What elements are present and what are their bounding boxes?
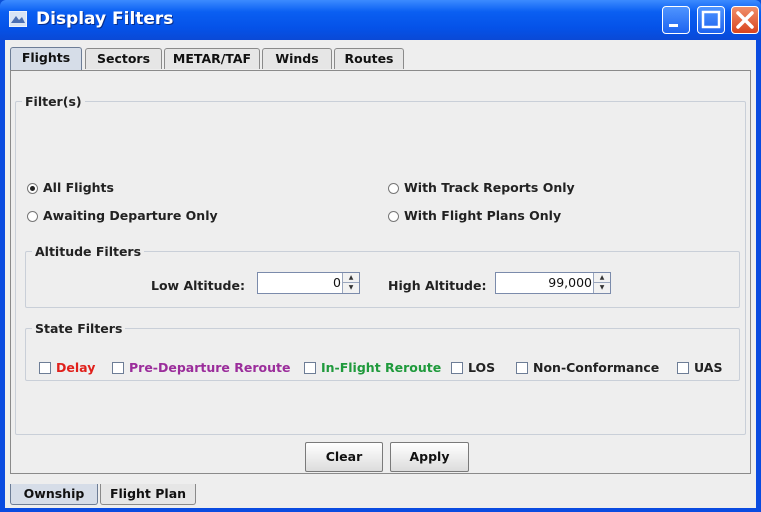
radio-label: With Flight Plans Only	[404, 208, 562, 223]
title-bar[interactable]: Display Filters	[0, 0, 761, 40]
high-altitude-value[interactable]: 99,000	[548, 275, 592, 290]
tab-sectors[interactable]: Sectors	[85, 48, 162, 69]
checkbox-los[interactable]: LOS	[451, 360, 495, 376]
display-filters-window: Display Filters Flights Sectors METAR/TA…	[0, 0, 761, 512]
radio-indicator	[27, 211, 38, 222]
tab-ownship[interactable]: Ownship	[10, 484, 98, 505]
checkbox-box[interactable]	[39, 362, 51, 374]
tab-metar-taf[interactable]: METAR/TAF	[164, 48, 260, 69]
spinner-down-icon[interactable]: ▼	[343, 283, 359, 293]
checkbox-pre-departure-reroute[interactable]: Pre-Departure Reroute	[112, 360, 290, 376]
altitude-filters-group: Altitude Filters	[25, 244, 740, 308]
tab-flight-plan[interactable]: Flight Plan	[100, 484, 196, 505]
checkbox-label: Pre-Departure Reroute	[129, 360, 291, 375]
checkbox-box[interactable]	[112, 362, 124, 374]
checkbox-label: Delay	[56, 360, 96, 375]
radio-awaiting-departure[interactable]: Awaiting Departure Only	[27, 208, 218, 224]
low-altitude-spinner[interactable]: 0 ▲ ▼	[257, 272, 360, 294]
minimize-icon	[669, 24, 678, 27]
checkbox-box[interactable]	[677, 362, 689, 374]
clear-button[interactable]: Clear	[305, 442, 383, 472]
checkbox-box[interactable]	[516, 362, 528, 374]
radio-all-flights[interactable]: All Flights	[27, 180, 114, 196]
apply-button[interactable]: Apply	[390, 442, 469, 472]
close-button[interactable]	[731, 6, 759, 34]
radio-indicator	[388, 211, 399, 222]
high-altitude-spinner[interactable]: 99,000 ▲ ▼	[495, 272, 611, 294]
radio-label: With Track Reports Only	[404, 180, 575, 195]
app-icon	[9, 11, 27, 27]
high-altitude-arrows[interactable]: ▲ ▼	[593, 273, 610, 293]
flights-panel: Filter(s) All Flights Awaiting Departure…	[10, 71, 751, 474]
window-title: Display Filters	[36, 9, 174, 29]
checkbox-uas[interactable]: UAS	[677, 360, 722, 376]
low-altitude-value[interactable]: 0	[333, 275, 341, 290]
spinner-down-icon[interactable]: ▼	[594, 283, 610, 293]
maximize-icon	[701, 10, 721, 29]
checkbox-non-conformance[interactable]: Non-Conformance	[516, 360, 659, 376]
checkbox-label: In-Flight Reroute	[321, 360, 442, 375]
checkbox-delay[interactable]: Delay	[39, 360, 95, 376]
low-altitude-label: Low Altitude:	[151, 278, 245, 293]
spinner-up-icon[interactable]: ▲	[594, 273, 610, 283]
radio-selected-indicator	[27, 183, 38, 194]
checkbox-label: Non-Conformance	[533, 360, 660, 375]
checkbox-label: LOS	[468, 360, 496, 375]
state-legend: State Filters	[35, 321, 123, 336]
radio-track-reports[interactable]: With Track Reports Only	[388, 180, 575, 196]
low-altitude-arrows[interactable]: ▲ ▼	[342, 273, 359, 293]
checkbox-label: UAS	[694, 360, 723, 375]
minimize-button[interactable]	[662, 6, 690, 34]
tab-flights[interactable]: Flights	[10, 47, 82, 70]
spinner-up-icon[interactable]: ▲	[343, 273, 359, 283]
tab-winds[interactable]: Winds	[262, 48, 332, 69]
window-content: Flights Sectors METAR/TAF Winds Routes F…	[5, 40, 756, 508]
filters-legend: Filter(s)	[25, 94, 82, 109]
checkbox-box[interactable]	[451, 362, 463, 374]
checkbox-in-flight-reroute[interactable]: In-Flight Reroute	[304, 360, 441, 376]
close-icon	[736, 11, 754, 29]
maximize-button[interactable]	[697, 6, 725, 34]
tab-routes[interactable]: Routes	[334, 48, 404, 69]
checkbox-box[interactable]	[304, 362, 316, 374]
high-altitude-label: High Altitude:	[388, 278, 487, 293]
radio-label: All Flights	[43, 180, 114, 195]
radio-flight-plans[interactable]: With Flight Plans Only	[388, 208, 561, 224]
altitude-legend: Altitude Filters	[35, 244, 142, 259]
radio-indicator	[388, 183, 399, 194]
radio-label: Awaiting Departure Only	[43, 208, 218, 223]
